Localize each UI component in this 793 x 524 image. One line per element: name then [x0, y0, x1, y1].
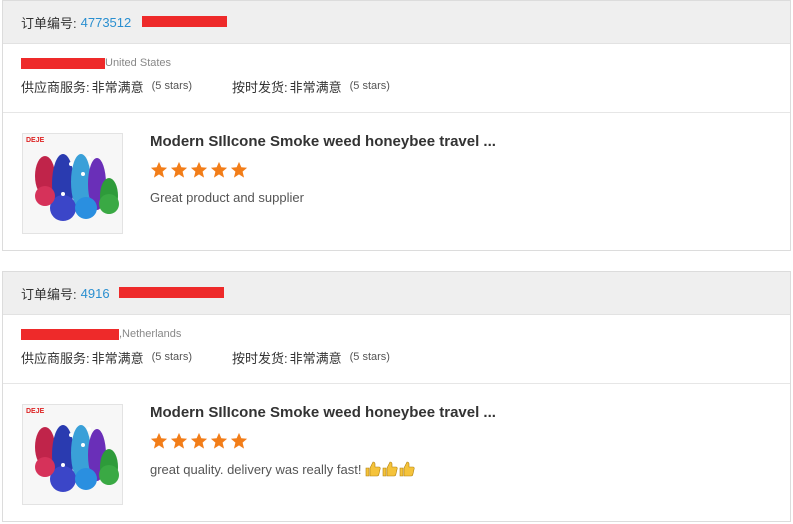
star-icon [190, 161, 208, 178]
star-icon [210, 432, 228, 449]
product-brand-mark: DEJE [26, 408, 45, 415]
supplier-service-rating: 供应商服务: 非常满意 (5 stars) [21, 348, 192, 367]
buyer-line: United States [3, 52, 790, 74]
supplier-service-value: 非常满意 [91, 350, 144, 366]
star-icon [190, 432, 208, 449]
buyer-country: ,Netherlands [119, 328, 182, 340]
on-time-shipping-label: 按时发货: [231, 79, 288, 95]
order-number-label: 订单编号: [21, 15, 77, 31]
redaction-bar [119, 287, 224, 298]
ratings-line: 供应商服务: 非常满意 (5 stars) 按时发货: 非常满意 (5 star… [3, 345, 790, 384]
review-text-content: Great product and supplier [150, 190, 304, 205]
star-icon [170, 161, 188, 178]
star-icon [170, 432, 188, 449]
star-icon [230, 432, 248, 449]
product-row: DEJE Modern SIlIcone Smoke weed honeybee… [3, 113, 790, 243]
product-image [23, 134, 122, 233]
order-number-label: 订单编号: [21, 286, 77, 302]
thumbs-up-icon [366, 461, 382, 477]
on-time-shipping-label: 按时发货: [231, 350, 288, 366]
review-card: 订单编号: 4773512 United States 供应商服务: 非常满意 … [2, 0, 791, 251]
star-rating [150, 161, 248, 179]
redaction-bar [21, 329, 119, 340]
review-card: 订单编号: 4916 ,Netherlands 供应商服务: 非常满意 (5 s… [2, 271, 791, 522]
product-row: DEJE Modern SIlIcone Smoke weed honeybee… [3, 384, 790, 514]
star-icon [150, 432, 168, 449]
on-time-shipping-stars: (5 stars) [349, 80, 390, 92]
product-brand-mark: DEJE [26, 137, 45, 144]
thumbs-up-icon [400, 461, 416, 477]
star-icon [210, 161, 228, 178]
buyer-country: United States [105, 57, 172, 69]
supplier-service-label: 供应商服务: [21, 350, 90, 366]
on-time-shipping-value: 非常满意 [289, 350, 342, 366]
order-header: 订单编号: 4773512 [3, 1, 790, 44]
star-icon [150, 161, 168, 178]
supplier-service-stars: (5 stars) [151, 80, 192, 92]
product-image [23, 405, 122, 504]
thumbs-up-icon [383, 461, 399, 477]
order-id-link[interactable]: 4916 [81, 286, 110, 301]
on-time-shipping-rating: 按时发货: 非常满意 (5 stars) [232, 77, 390, 96]
star-rating [150, 432, 248, 450]
supplier-service-value: 非常满意 [91, 79, 144, 95]
supplier-service-stars: (5 stars) [151, 351, 192, 363]
review-text: Great product and supplier [150, 190, 304, 205]
buyer-line: ,Netherlands [3, 323, 790, 345]
redaction-bar [142, 16, 227, 27]
ratings-line: 供应商服务: 非常满意 (5 stars) 按时发货: 非常满意 (5 star… [3, 74, 790, 113]
supplier-service-rating: 供应商服务: 非常满意 (5 stars) [21, 77, 192, 96]
product-thumbnail[interactable]: DEJE [22, 404, 123, 505]
star-icon [230, 161, 248, 178]
review-text: great quality. delivery was really fast! [150, 461, 416, 477]
thumbs-up-emojis [365, 461, 416, 477]
product-title[interactable]: Modern SIlIcone Smoke weed honeybee trav… [150, 133, 496, 150]
product-thumbnail[interactable]: DEJE [22, 133, 123, 234]
on-time-shipping-value: 非常满意 [289, 79, 342, 95]
order-header: 订单编号: 4916 [3, 272, 790, 315]
product-title[interactable]: Modern SIlIcone Smoke weed honeybee trav… [150, 404, 496, 421]
review-text-content: great quality. delivery was really fast! [150, 461, 362, 477]
redaction-bar [21, 58, 105, 69]
supplier-service-label: 供应商服务: [21, 79, 90, 95]
order-id-link[interactable]: 4773512 [81, 15, 132, 30]
on-time-shipping-rating: 按时发货: 非常满意 (5 stars) [232, 348, 390, 367]
on-time-shipping-stars: (5 stars) [349, 351, 390, 363]
